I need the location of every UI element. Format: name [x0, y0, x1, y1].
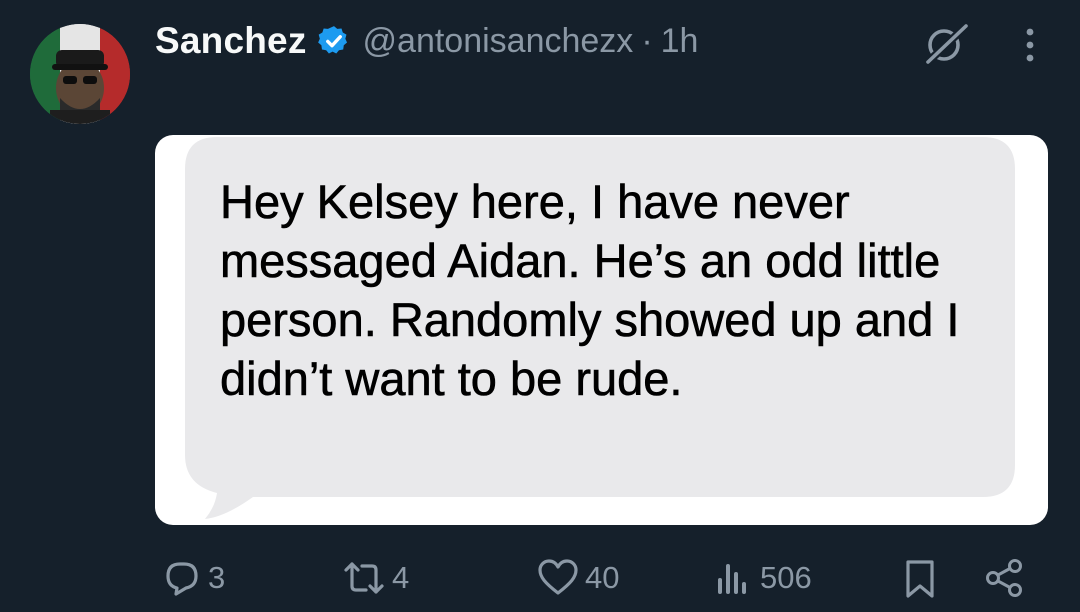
verified-badge-icon [317, 26, 347, 54]
repost-icon [344, 562, 384, 594]
avatar-image [30, 24, 130, 124]
tweet-timestamp[interactable]: 1h [661, 22, 699, 61]
like-button[interactable]: 40 [535, 555, 619, 601]
bookmark-button[interactable] [900, 555, 940, 601]
repost-count: 4 [392, 560, 410, 595]
reply-button[interactable]: 3 [160, 555, 225, 601]
views-chart-icon [718, 564, 746, 594]
repost-button[interactable]: 4 [340, 555, 409, 601]
heart-icon [538, 559, 578, 595]
tweet-action-bar: 3 4 40 506 [0, 555, 1080, 605]
separator-dot: · [641, 21, 653, 60]
author-avatar[interactable] [30, 24, 130, 124]
more-vertical-icon[interactable] [1012, 22, 1048, 68]
grok-icon[interactable] [922, 22, 970, 66]
author-handle[interactable]: @antonisanchezx [363, 22, 634, 61]
tweet-media-image[interactable]: Hey Kelsey here, I have never messaged A… [155, 135, 1048, 525]
bookmark-icon [906, 560, 934, 598]
reply-count: 3 [208, 560, 226, 595]
reply-icon [166, 562, 198, 596]
share-button[interactable] [982, 555, 1026, 601]
author-name[interactable]: Sanchez [155, 20, 307, 62]
like-count: 40 [585, 560, 620, 595]
share-icon [986, 559, 1022, 597]
tweet-header: Sanchez @antonisanchezx · 1h [155, 16, 698, 66]
views-count: 506 [760, 560, 812, 595]
message-text: Hey Kelsey here, I have never messaged A… [220, 175, 960, 406]
views-button[interactable]: 506 [712, 555, 812, 601]
